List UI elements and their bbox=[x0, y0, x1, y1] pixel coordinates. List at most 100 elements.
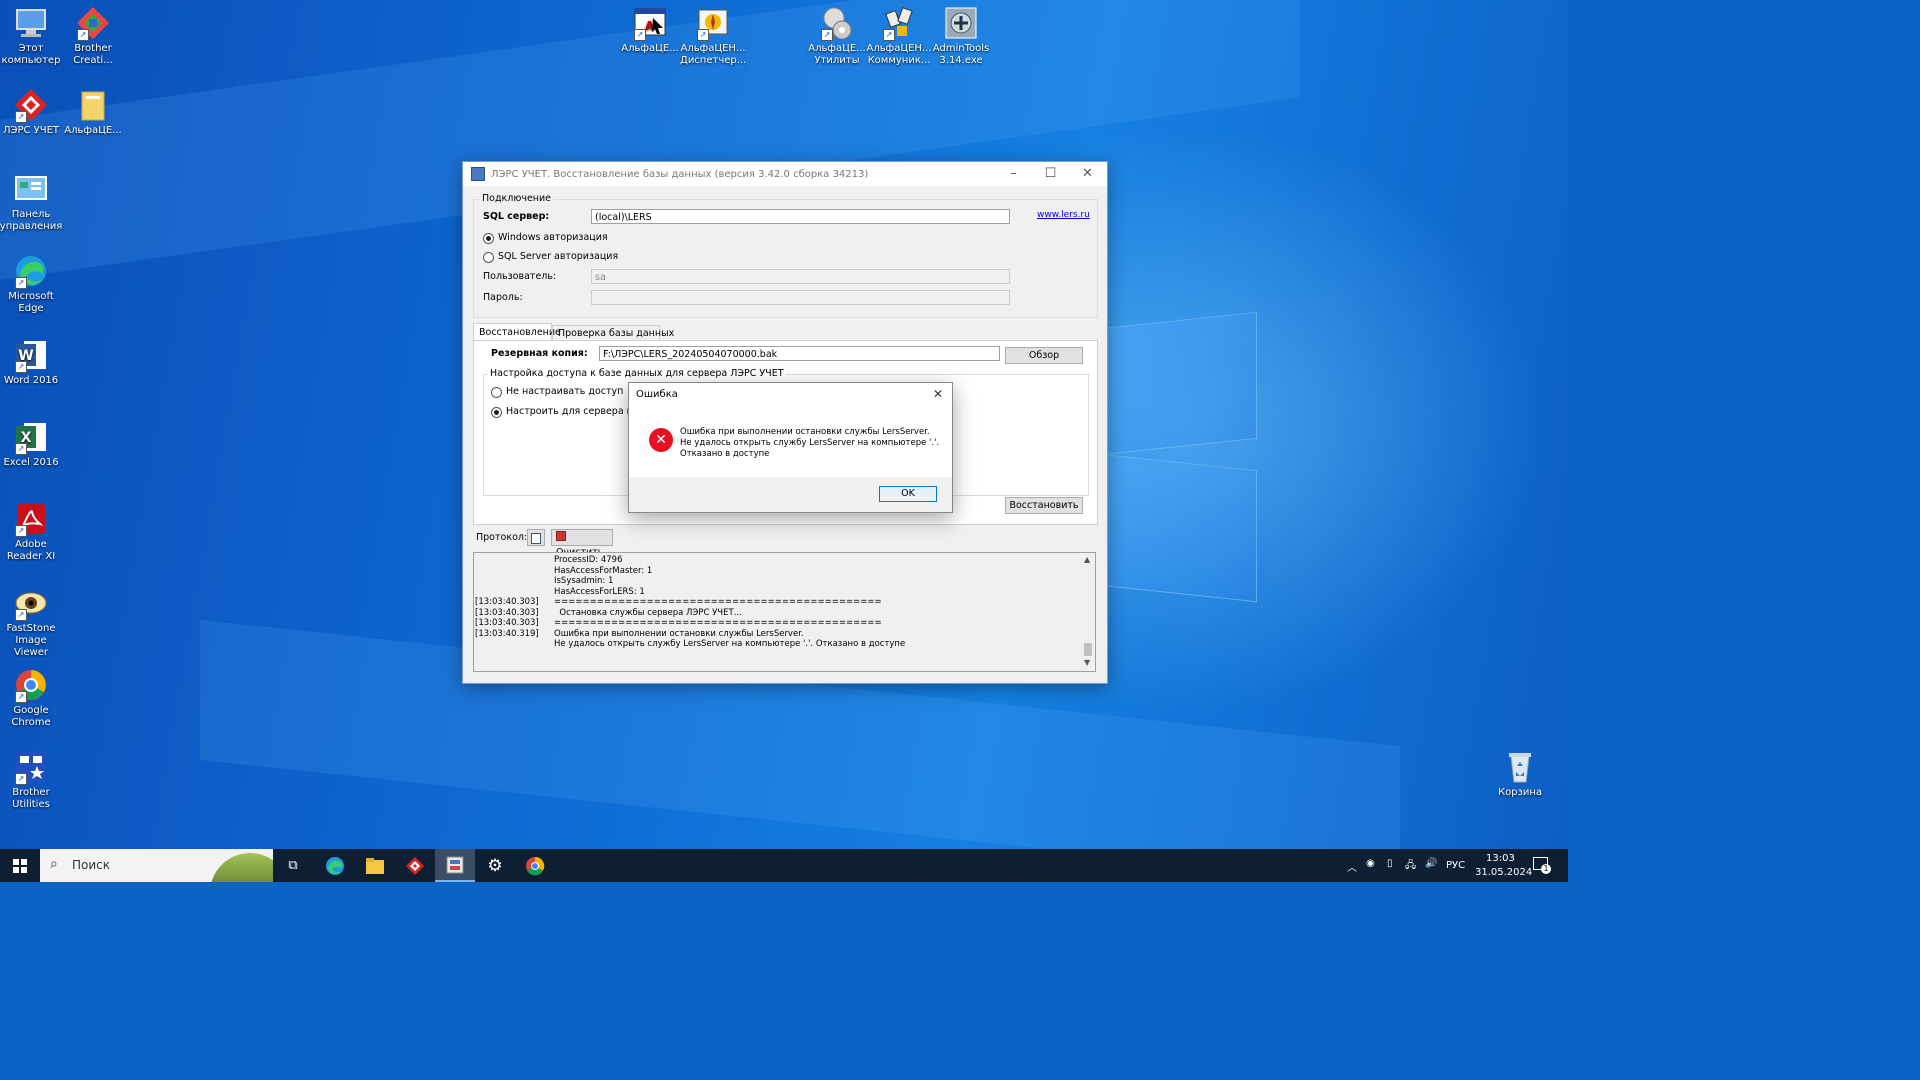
computer-icon bbox=[14, 6, 48, 40]
alfacenter-utilities-desktop-icon[interactable]: ↗ АльфаЦЕ... Утилиты bbox=[804, 6, 870, 67]
user-label: Пользователь: bbox=[483, 271, 557, 282]
error-icon: ✕ bbox=[649, 428, 673, 452]
utilities-disc-icon: ↗ bbox=[820, 6, 854, 41]
start-button[interactable] bbox=[0, 849, 40, 882]
taskbar-chrome[interactable] bbox=[515, 849, 555, 882]
maximize-button[interactable]: ☐ bbox=[1032, 162, 1069, 186]
clear-log-button[interactable]: Очистить bbox=[551, 529, 613, 558]
error-dialog-titlebar[interactable]: Ошибка ✕ bbox=[629, 383, 952, 407]
control-panel-desktop-icon[interactable]: Панель управления bbox=[0, 172, 64, 233]
alfacenter-app-icon: A ↗ bbox=[633, 6, 667, 41]
admintools-desktop-icon[interactable]: AdminTools 3.14.exe bbox=[928, 6, 994, 67]
sql-auth-radio[interactable] bbox=[483, 252, 494, 263]
sql-server-input[interactable]: (local)\LERS bbox=[591, 209, 1010, 224]
excel-2016-desktop-icon[interactable]: X ↗ Excel 2016 bbox=[0, 420, 64, 469]
alfacenter-communicator-desktop-icon[interactable]: ↗ АльфаЦЕН... Коммуник... bbox=[866, 6, 932, 67]
notification-center-button[interactable]: 1 bbox=[1531, 855, 1551, 875]
show-hidden-icons-button[interactable]: ︿ bbox=[1347, 859, 1357, 874]
brother-utilities-icon: ↗ bbox=[14, 750, 48, 785]
task-view-icon: ⧉ bbox=[288, 858, 298, 873]
this-pc-desktop-icon[interactable]: Этот компьютер bbox=[0, 6, 64, 67]
password-input[interactable] bbox=[591, 290, 1010, 305]
user-input[interactable]: sa bbox=[591, 269, 1010, 284]
log-scrollbar[interactable]: ▲ ▼ bbox=[1081, 553, 1095, 671]
tab-restore[interactable]: Восстановление bbox=[473, 323, 561, 341]
protocol-log[interactable]: ProcessID: 4796 HasAccessForMaster: 1 Is… bbox=[473, 552, 1096, 672]
search-icon: ⌕ bbox=[50, 856, 58, 872]
taskbar: ⌕ Поиск ⧉ ⚙ ︿ ◉ ▯ 🖧 🔊 РУС 13:03 31.05.20… bbox=[0, 849, 1568, 882]
scroll-up-icon[interactable]: ▲ bbox=[1084, 555, 1090, 564]
google-chrome-desktop-icon[interactable]: ↗ Google Chrome bbox=[0, 668, 64, 729]
taskbar-lers-restore-active[interactable] bbox=[435, 849, 475, 882]
volume-icon[interactable]: 🔊 bbox=[1425, 858, 1437, 869]
microsoft-edge-desktop-icon[interactable]: ↗ Microsoft Edge bbox=[0, 254, 64, 315]
password-label: Пароль: bbox=[483, 292, 523, 303]
language-indicator[interactable]: РУС bbox=[1446, 860, 1465, 871]
folder-icon bbox=[76, 88, 110, 122]
copy-icon bbox=[531, 533, 541, 544]
lers-uchet-desktop-icon[interactable]: ↗ ЛЭРС УЧЕТ bbox=[0, 88, 64, 137]
clock-time[interactable]: 13:03 bbox=[1486, 853, 1515, 864]
taskbar-edge[interactable] bbox=[315, 849, 355, 882]
dispatcher-icon: ↗ bbox=[696, 6, 730, 41]
windows-auth-label: Windows авторизация bbox=[498, 232, 608, 243]
restore-db-icon bbox=[446, 856, 464, 873]
task-view-button[interactable]: ⧉ bbox=[273, 849, 313, 882]
communicator-icon: ↗ bbox=[882, 6, 916, 41]
recycle-bin-icon bbox=[1503, 750, 1537, 784]
usb-drive-icon[interactable]: ▯ bbox=[1387, 858, 1393, 869]
close-button[interactable]: ✕ bbox=[1069, 162, 1106, 186]
control-panel-icon bbox=[14, 172, 48, 206]
search-highlight-illustration bbox=[210, 853, 273, 882]
protocol-label: Протокол: bbox=[476, 532, 528, 543]
configure-access-radio[interactable] bbox=[491, 407, 502, 418]
scrollbar-thumb[interactable] bbox=[1084, 643, 1092, 656]
tab-check-database[interactable]: Проверка базы данных bbox=[552, 325, 674, 341]
error-dialog-close-button[interactable]: ✕ bbox=[933, 387, 943, 401]
ok-button[interactable]: OK bbox=[879, 486, 937, 502]
chrome-icon bbox=[526, 856, 545, 875]
browse-button[interactable]: Обзор bbox=[1005, 347, 1083, 364]
network-icon[interactable]: 🖧 bbox=[1405, 858, 1416, 875]
restore-button[interactable]: Восстановить bbox=[1005, 497, 1083, 514]
alfacenter-folder-desktop-icon[interactable]: АльфаЦЕ... bbox=[60, 88, 126, 137]
faststone-eye-icon: ↗ bbox=[14, 586, 48, 621]
clear-icon bbox=[556, 531, 566, 541]
error-dialog-title: Ошибка bbox=[636, 389, 678, 400]
taskbar-settings[interactable]: ⚙ bbox=[475, 849, 515, 882]
recycle-bin-desktop-icon[interactable]: Корзина bbox=[1487, 750, 1553, 799]
wallpaper-logo-pane bbox=[1100, 453, 1257, 603]
gear-icon: ⚙ bbox=[487, 855, 503, 876]
desktop: Этот компьютер ↗ Brother Creati... ↗ ЛЭР… bbox=[0, 0, 1568, 849]
backup-path-input[interactable]: F:\ЛЭРС\LERS_20240504070000.bak bbox=[599, 346, 1000, 361]
search-placeholder: Поиск bbox=[72, 858, 111, 872]
lers-website-link[interactable]: www.lers.ru bbox=[1037, 210, 1090, 220]
app-icon bbox=[471, 167, 485, 181]
word-2016-desktop-icon[interactable]: W ↗ Word 2016 bbox=[0, 338, 64, 387]
error-message-line3: Отказано в доступе bbox=[680, 449, 770, 459]
taskbar-search-box[interactable]: ⌕ Поиск bbox=[40, 849, 273, 882]
sql-server-label: SQL сервер: bbox=[483, 211, 550, 222]
clock-date[interactable]: 31.05.2024 bbox=[1475, 867, 1532, 878]
taskbar-lers[interactable] bbox=[395, 849, 435, 882]
minimize-button[interactable]: – bbox=[995, 162, 1032, 186]
meet-now-icon[interactable]: ◉ bbox=[1366, 858, 1375, 869]
lers-diamond-icon: ↗ bbox=[14, 88, 48, 123]
brother-utilities-desktop-icon[interactable]: ↗ Brother Utilities bbox=[0, 750, 64, 811]
alfacenter-app-desktop-icon[interactable]: A ↗ АльфаЦЕ... bbox=[617, 6, 683, 55]
window-titlebar[interactable]: ЛЭРС УЧЕТ. Восстановление базы данных (в… bbox=[463, 162, 1107, 186]
excel-icon: X ↗ bbox=[14, 420, 48, 455]
chrome-icon: ↗ bbox=[14, 668, 48, 703]
brother-creative-desktop-icon[interactable]: ↗ Brother Creati... bbox=[60, 6, 126, 67]
error-message-line2: Не удалось открыть службу LersServer на … bbox=[680, 438, 940, 448]
adobe-reader-desktop-icon[interactable]: ↗ Adobe Reader XI bbox=[0, 502, 64, 563]
windows-start-icon bbox=[13, 858, 27, 873]
scroll-down-icon[interactable]: ▼ bbox=[1084, 658, 1090, 667]
windows-auth-radio[interactable] bbox=[483, 233, 494, 244]
faststone-desktop-icon[interactable]: ↗ FastStone Image Viewer bbox=[0, 586, 64, 659]
no-access-radio[interactable] bbox=[491, 387, 502, 398]
wallpaper-logo-pane bbox=[1100, 311, 1257, 456]
taskbar-file-explorer[interactable] bbox=[355, 849, 395, 882]
alfacenter-dispatcher-desktop-icon[interactable]: ↗ АльфаЦЕН... Диспетчер... bbox=[680, 6, 746, 67]
copy-log-button[interactable] bbox=[527, 529, 545, 546]
